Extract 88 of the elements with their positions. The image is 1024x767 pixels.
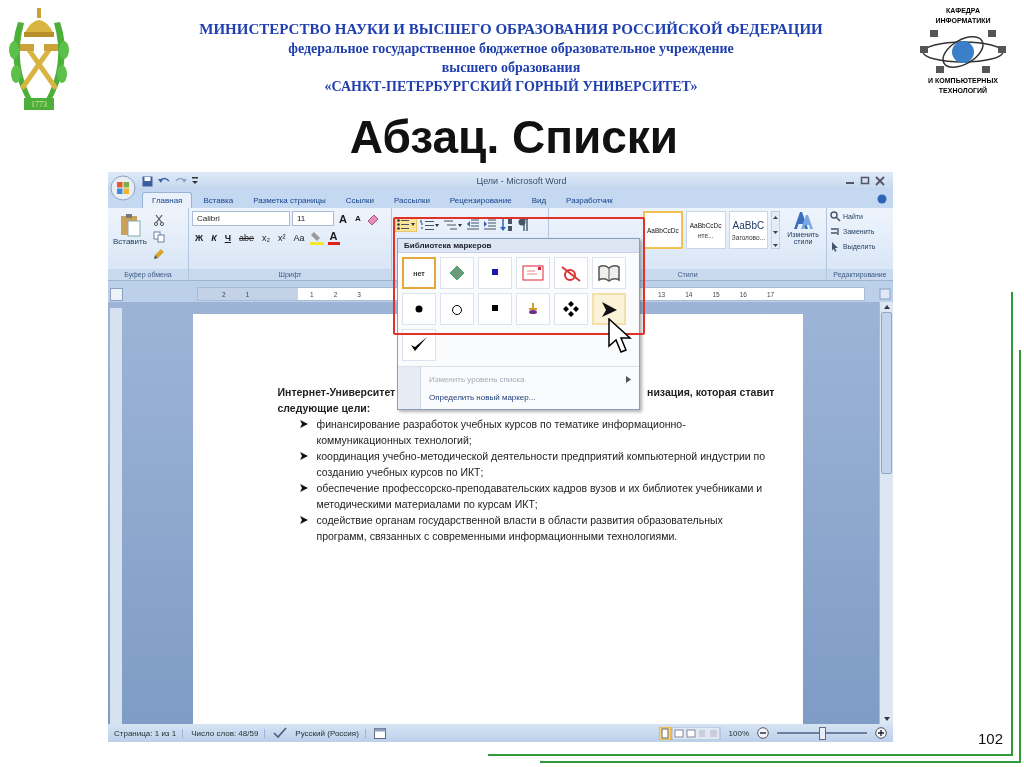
gallery-scroll-icon[interactable]	[771, 211, 781, 249]
scrollbar-thumb[interactable]	[881, 312, 892, 474]
zoom-level[interactable]: 100%	[728, 728, 749, 738]
square-icon	[490, 268, 500, 278]
macro-icon[interactable]	[373, 727, 386, 739]
ribbon-tab[interactable]: Главная	[142, 192, 193, 208]
bullet-option[interactable]	[402, 329, 436, 361]
view-buttons-icon[interactable]	[658, 726, 721, 740]
styles-letters-icon	[792, 211, 815, 231]
format-button[interactable]: Aa	[290, 231, 308, 244]
help-icon[interactable]	[877, 194, 887, 204]
status-text[interactable]: Число слов: 48/59	[191, 728, 266, 738]
customize-caret-icon[interactable]	[192, 177, 198, 185]
pointer-icon	[830, 241, 841, 252]
slider-thumb[interactable]	[819, 726, 826, 740]
list-item-text: финансирование разработок учебных курсов по тематике информационно-коммуникационных технологий;	[316, 417, 687, 448]
format-button[interactable]: x₂	[259, 231, 274, 244]
paragraph-text: низация, которая ставит	[647, 385, 775, 400]
menu-heading: Библиотека маркеров	[398, 239, 639, 253]
list-item-text: обеспечение профессорско-преподавательских кадров вузов и их библиотек учебниками и методическими материалами по курсам ИКТ;	[316, 481, 764, 512]
slide-title: Абзац. Списки	[348, 112, 680, 165]
maximize-icon[interactable]	[860, 176, 870, 186]
font-size-button[interactable]: A	[336, 211, 350, 226]
bullet-option[interactable]	[592, 293, 626, 325]
format-button[interactable]: Ч	[221, 231, 234, 244]
copy-icon[interactable]	[152, 231, 165, 243]
save-icon[interactable]	[142, 175, 153, 187]
decrease-indent-icon[interactable]	[466, 217, 480, 232]
list-item-text: содействие органам государственной власти в области развития образовательных программ, связанных с современными информационными технологиями.	[316, 513, 724, 544]
increase-indent-icon[interactable]	[483, 217, 497, 232]
arrowhead-bullet-icon	[299, 420, 308, 428]
header-line: федеральное государственное бюджетное образовательное учреждение	[288, 40, 734, 58]
sort-icon[interactable]	[500, 217, 514, 232]
menu-item[interactable]: Определить новый маркер...	[421, 388, 639, 406]
format-button[interactable]: abe	[236, 231, 258, 244]
bullet-option[interactable]	[478, 293, 512, 325]
ribbon-tab[interactable]: Разметка страницы	[244, 193, 335, 208]
bullet-option[interactable]	[592, 257, 626, 289]
square-icon	[490, 304, 500, 314]
paragraph-text: следующие цели:	[277, 401, 372, 416]
pilcrow-icon[interactable]	[517, 217, 529, 232]
ruler-toggle[interactable]	[110, 287, 123, 301]
clipboard-icon	[118, 213, 141, 237]
brush-icon[interactable]	[152, 248, 165, 260]
format-button[interactable]: К	[208, 231, 220, 244]
multilevel-list-icon[interactable]	[443, 217, 463, 232]
search-icon	[830, 211, 841, 222]
header-line: «САНКТ-ПЕТЕРБУРГСКИЙ ГОРНЫЙ УНИВЕРСИТЕТ»	[324, 77, 698, 96]
arrowhead-bullet-icon	[299, 484, 308, 492]
page-number: 102	[978, 730, 1004, 747]
office-button[interactable]	[110, 175, 136, 201]
mouse-pointer-icon	[608, 318, 632, 354]
window-title: Цели - Microsoft Word	[475, 176, 568, 186]
status-text[interactable]: Русский (Россия)	[295, 728, 366, 738]
list-item-text: координация учебно-методической деятельности предприятий компьютерной индустрии по созданию учебных курсов по ИКТ;	[316, 449, 767, 480]
proofing-icon[interactable]	[273, 727, 288, 739]
emblem-year: 1773	[31, 100, 47, 109]
bullet-option[interactable]	[554, 293, 588, 325]
header-line: МИНИСТЕРСТВО НАУКИ И ВЫСШЕГО ОБРАЗОВАНИЯ РОССИЙСКОЙ ФЕДЕРАЦИИ	[199, 20, 823, 39]
dot-icon	[414, 304, 424, 314]
header-line: высшего образования	[441, 59, 581, 77]
ribbon-tab[interactable]: Вид	[522, 193, 556, 208]
font-size-field[interactable]: 11	[292, 211, 334, 226]
ribbon-tab[interactable]: Ссылки	[336, 193, 383, 208]
numbered-list-icon[interactable]	[420, 217, 440, 232]
vertical-scrollbar[interactable]	[879, 302, 893, 724]
ribbon-tab[interactable]: Рассылки	[384, 193, 439, 208]
ribbon-tab[interactable]: Разработчик	[557, 193, 622, 208]
arrowhead-bullet-icon	[299, 452, 308, 460]
bullet-option[interactable]	[478, 257, 512, 289]
font-color-button[interactable]: A	[327, 230, 340, 245]
zoom-out-icon[interactable]	[757, 727, 769, 739]
scissors-icon[interactable]	[152, 214, 165, 226]
format-button[interactable]: Ж	[192, 231, 207, 244]
arrowhead-bullet-icon	[299, 516, 308, 524]
zoom-in-icon[interactable]	[875, 727, 887, 739]
paste-button[interactable]: Вставить	[111, 211, 149, 248]
font-name-field[interactable]: Calibri	[192, 211, 290, 226]
ribbon-tab[interactable]: Вставка	[194, 193, 243, 208]
close-icon[interactable]	[875, 176, 885, 186]
format-button[interactable]: x²	[275, 231, 289, 244]
font-size-button[interactable]: A	[351, 213, 364, 224]
paragraph-text: Интернет-Университет	[277, 385, 396, 400]
status-text[interactable]: Страница: 1 из 1	[114, 728, 184, 738]
bullet-option[interactable]	[402, 293, 436, 325]
bullet-option[interactable]	[440, 293, 474, 325]
replace-icon	[830, 226, 841, 237]
ribbon-tab[interactable]: Рецензирование	[440, 193, 521, 208]
